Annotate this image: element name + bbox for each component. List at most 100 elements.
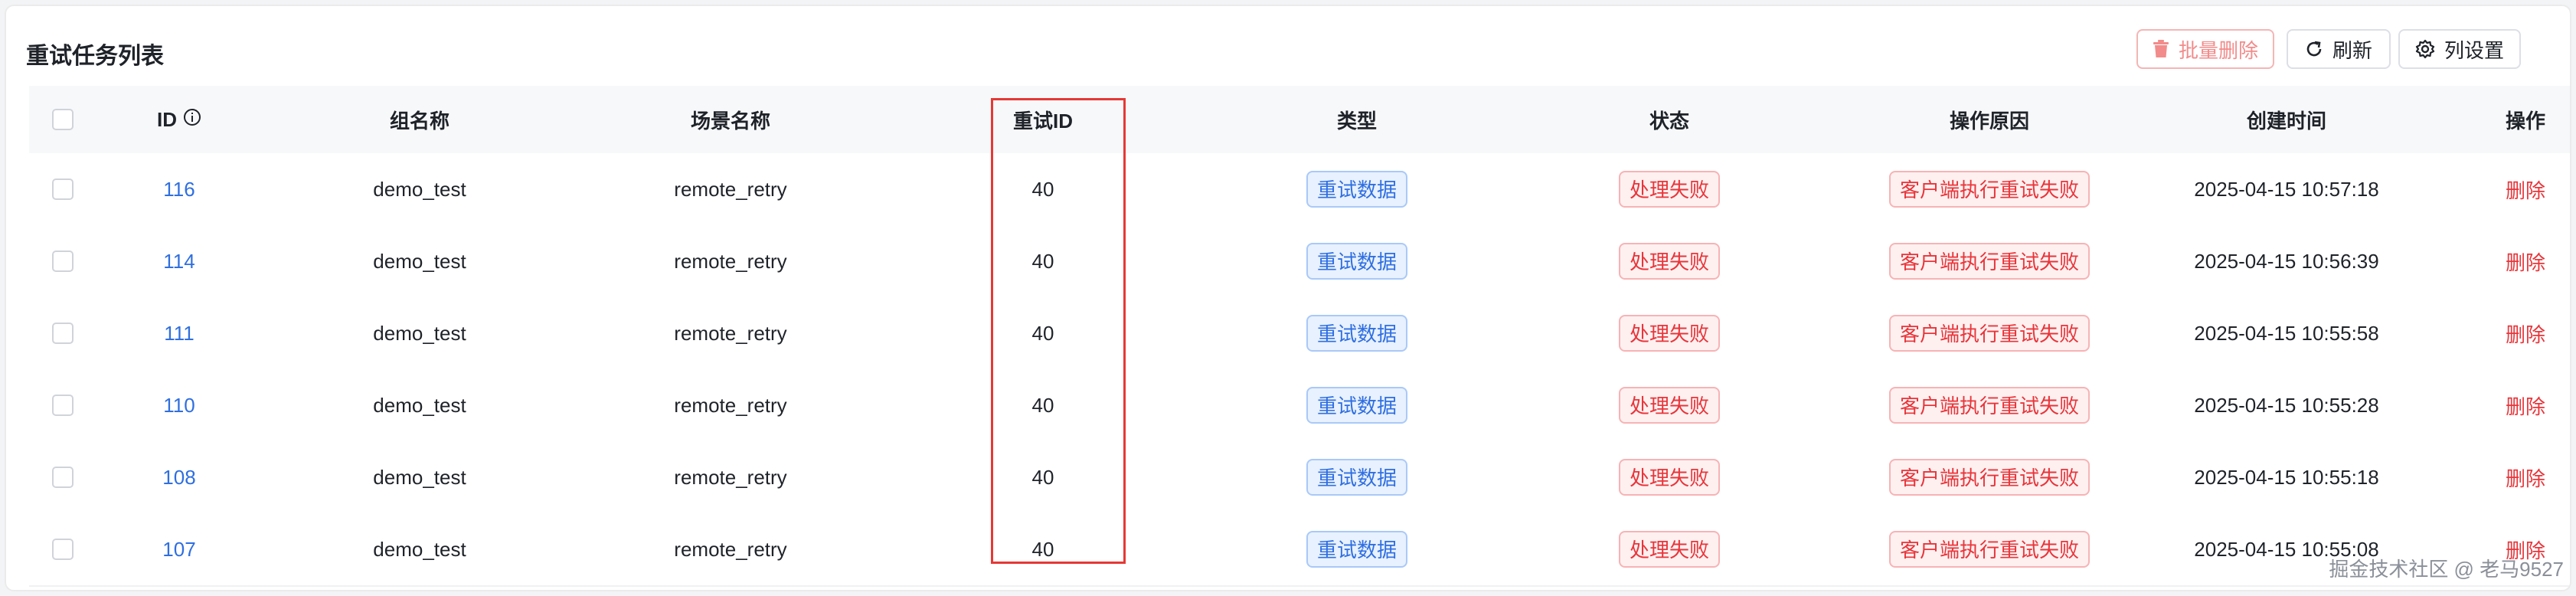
scene-name-cell: remote_retry xyxy=(674,537,787,561)
reason-cell: 客户端执行重试失败 xyxy=(1888,441,2091,513)
reason-cell: 客户端执行重试失败 xyxy=(1888,225,2091,297)
created-time-cell: 2025-04-15 10:55:18 xyxy=(2194,465,2379,489)
table-row: 107 demo_test remote_retry 40 重试数据 处理失败 客户端执行重… xyxy=(29,513,2570,587)
retry-id-cell: 40 xyxy=(1031,537,1054,561)
scene-name-cell: remote_retry xyxy=(674,249,787,273)
scene-name-cell: remote_retry xyxy=(674,465,787,489)
id-link[interactable]: 114 xyxy=(163,225,195,297)
reason-tag: 客户端执行重试失败 xyxy=(1888,315,2091,352)
table-row: 110 demo_test remote_retry 40 重试数据 处理失败 客户端执行重… xyxy=(29,369,2570,443)
reason-tag: 客户端执行重试失败 xyxy=(1888,459,2091,496)
type-cell: 重试数据 xyxy=(1306,225,1408,297)
group-name-cell: demo_test xyxy=(373,249,466,273)
delete-link[interactable]: 删除 xyxy=(2506,225,2545,297)
delete-link[interactable]: 删除 xyxy=(2506,297,2545,369)
row-checkbox[interactable] xyxy=(52,539,74,560)
delete-link[interactable]: 删除 xyxy=(2506,441,2545,513)
table-row: 116 demo_test remote_retry 40 重试数据 处理失败 客户端执行重… xyxy=(29,153,2570,227)
status-tag: 处理失败 xyxy=(1618,531,1721,568)
retry-id-cell: 40 xyxy=(1031,393,1054,417)
row-checkbox[interactable] xyxy=(52,323,74,344)
retry-id-cell: 40 xyxy=(1031,249,1054,273)
table-row: 114 demo_test remote_retry 40 重试数据 处理失败 客户端执行重… xyxy=(29,225,2570,299)
trash-icon xyxy=(2153,40,2169,58)
type-cell: 重试数据 xyxy=(1306,153,1408,225)
header-action: 操作 xyxy=(2505,109,2546,133)
scene-name-cell: remote_retry xyxy=(674,177,787,201)
header-scene-name[interactable]: 场景名称 xyxy=(691,86,770,153)
group-name-cell: demo_test xyxy=(373,465,466,489)
reason-tag: 客户端执行重试失败 xyxy=(1888,387,2091,424)
type-cell: 重试数据 xyxy=(1306,297,1408,369)
status-cell: 处理失败 xyxy=(1618,441,1721,513)
type-tag: 重试数据 xyxy=(1306,531,1408,568)
row-checkbox[interactable] xyxy=(52,178,74,200)
retry-id-cell: 40 xyxy=(1031,177,1054,201)
info-icon xyxy=(183,108,201,132)
header-group-name[interactable]: 组名称 xyxy=(390,86,449,153)
column-settings-button[interactable]: 列设置 xyxy=(2398,29,2521,69)
id-link[interactable]: 116 xyxy=(163,153,195,225)
page-title: 重试任务列表 xyxy=(26,44,164,69)
header-status[interactable]: 状态 xyxy=(1649,86,1689,153)
created-time-cell: 2025-04-15 10:56:39 xyxy=(2194,249,2379,273)
select-all-checkbox[interactable] xyxy=(52,109,74,130)
retry-id-cell: 40 xyxy=(1031,465,1054,489)
table-row: 111 demo_test remote_retry 40 重试数据 处理失败 客户端执行重… xyxy=(29,297,2570,371)
status-tag: 处理失败 xyxy=(1618,459,1721,496)
status-tag: 处理失败 xyxy=(1618,243,1721,280)
status-cell: 处理失败 xyxy=(1618,153,1721,225)
refresh-button[interactable]: 刷新 xyxy=(2287,29,2391,69)
status-cell: 处理失败 xyxy=(1618,297,1721,369)
delete-link[interactable]: 删除 xyxy=(2506,369,2545,441)
type-tag: 重试数据 xyxy=(1306,459,1408,496)
header-id[interactable]: ID xyxy=(157,86,201,153)
header-type[interactable]: 类型 xyxy=(1337,86,1377,153)
watermark: 掘金技术社区 @ 老马9527 xyxy=(2329,558,2564,581)
batch-delete-label: 批量删除 xyxy=(2178,38,2258,62)
id-link[interactable]: 108 xyxy=(162,441,195,513)
status-cell: 处理失败 xyxy=(1618,513,1721,585)
type-tag: 重试数据 xyxy=(1306,387,1408,424)
scene-name-cell: remote_retry xyxy=(674,393,787,417)
gear-icon xyxy=(2415,39,2435,59)
header-reason[interactable]: 操作原因 xyxy=(1950,86,2029,153)
header-retry-id[interactable]: 重试ID xyxy=(1013,86,1073,153)
status-tag: 处理失败 xyxy=(1618,171,1721,208)
status-tag: 处理失败 xyxy=(1618,315,1721,352)
created-time-cell: 2025-04-15 10:57:18 xyxy=(2194,177,2379,201)
id-link[interactable]: 107 xyxy=(162,513,195,585)
status-tag: 处理失败 xyxy=(1618,387,1721,424)
group-name-cell: demo_test xyxy=(373,393,466,417)
row-checkbox[interactable] xyxy=(52,395,74,416)
status-cell: 处理失败 xyxy=(1618,369,1721,441)
row-checkbox[interactable] xyxy=(52,467,74,488)
id-link[interactable]: 110 xyxy=(163,369,195,441)
type-tag: 重试数据 xyxy=(1306,243,1408,280)
refresh-label: 刷新 xyxy=(2332,38,2372,62)
refresh-icon xyxy=(2305,40,2323,58)
created-time-cell: 2025-04-15 10:55:28 xyxy=(2194,393,2379,417)
retry-task-card: 重试任务列表 批量删除 刷新 列设置 ID 组名称 场景名称 重试ID 类型 状… xyxy=(5,5,2571,591)
type-cell: 重试数据 xyxy=(1306,513,1408,585)
reason-tag: 客户端执行重试失败 xyxy=(1888,171,2091,208)
header-created-time[interactable]: 创建时间 xyxy=(2247,86,2326,153)
reason-cell: 客户端执行重试失败 xyxy=(1888,153,2091,225)
scene-name-cell: remote_retry xyxy=(674,321,787,345)
type-tag: 重试数据 xyxy=(1306,171,1408,208)
group-name-cell: demo_test xyxy=(373,537,466,561)
id-link[interactable]: 111 xyxy=(164,297,195,369)
reason-tag: 客户端执行重试失败 xyxy=(1888,531,2091,568)
type-cell: 重试数据 xyxy=(1306,369,1408,441)
status-cell: 处理失败 xyxy=(1618,225,1721,297)
column-settings-label: 列设置 xyxy=(2444,38,2504,62)
table-header: ID 组名称 场景名称 重试ID 类型 状态 操作原因 创建时间 操作 xyxy=(29,86,2570,155)
delete-link[interactable]: 删除 xyxy=(2506,153,2545,225)
reason-cell: 客户端执行重试失败 xyxy=(1888,369,2091,441)
batch-delete-button[interactable]: 批量删除 xyxy=(2136,29,2274,69)
row-checkbox[interactable] xyxy=(52,251,74,272)
created-time-cell: 2025-04-15 10:55:58 xyxy=(2194,321,2379,345)
type-cell: 重试数据 xyxy=(1306,441,1408,513)
group-name-cell: demo_test xyxy=(373,321,466,345)
type-tag: 重试数据 xyxy=(1306,315,1408,352)
